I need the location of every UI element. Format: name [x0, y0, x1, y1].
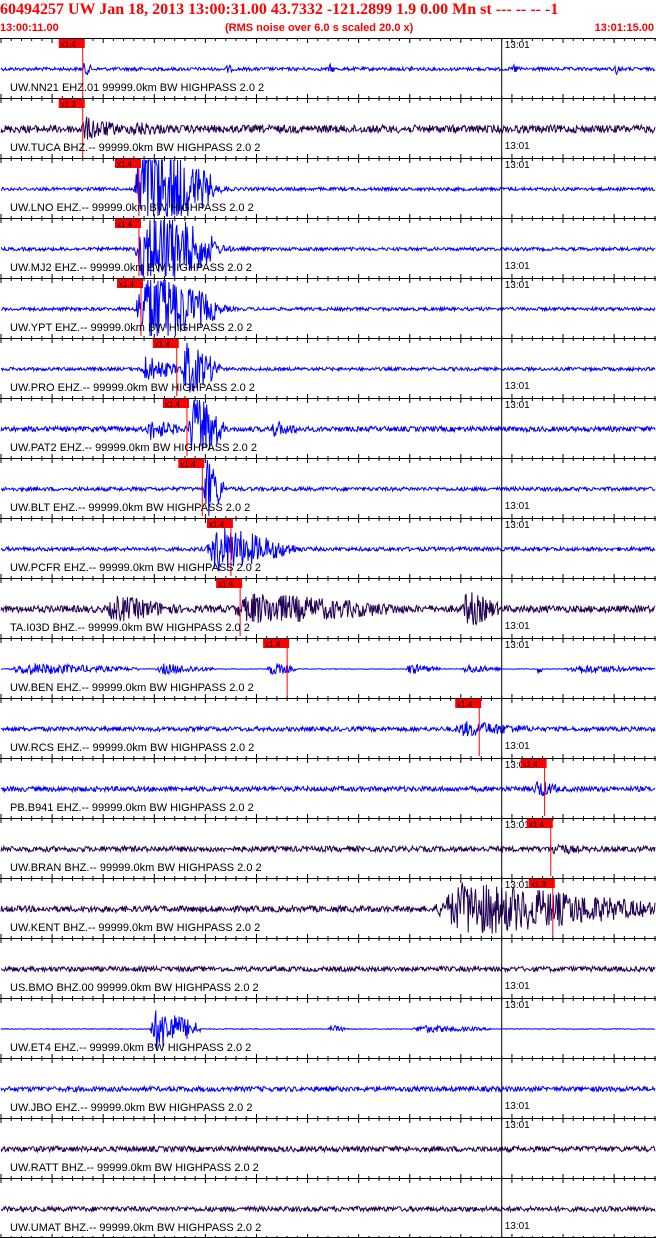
waveform-trace	[0, 662, 656, 676]
waveform-trace	[0, 1204, 656, 1214]
minute-marker-label: 13:01	[505, 741, 530, 752]
minute-marker-label: 13:01	[505, 1221, 530, 1232]
minute-marker-label: 13:01	[505, 520, 530, 531]
waveform-trace	[0, 1084, 656, 1094]
end-time-label: 13:01:15.00	[594, 22, 654, 34]
minute-marker-label: 13:01	[505, 40, 530, 51]
minute-marker-label: 13:01	[505, 501, 530, 512]
pick-label: x1.4	[209, 520, 225, 529]
seismogram-plot: 13:01x1.4UW.NN21 EHZ.01 99999.0km BW HIG…	[0, 38, 656, 1238]
pick-label: x1.4	[529, 820, 545, 829]
station-label: UW.BEN EHZ.-- 99999.0km BW HIGHPASS 2.0 …	[10, 682, 254, 694]
noise-scale-note: (RMS noise over 6.0 s scaled 20.0 x)	[225, 22, 414, 34]
minute-marker-label: 13:01	[505, 261, 530, 272]
station-label: PB.B941 EHZ.-- 99999.0km BW HIGHPASS 2.0…	[10, 802, 254, 814]
station-label: UW.PAT2 EHZ.-- 99999.0km BW HIGHPASS 2.0…	[10, 442, 257, 454]
station-label: UW.ET4 EHZ.-- 99999.0km BW HIGHPASS 2.0 …	[10, 1042, 251, 1054]
station-label: UW.PRO EHZ.-- 99999.0km BW HIGHPASS 2.0 …	[10, 382, 255, 394]
event-title: 60494257 UW Jan 18, 2013 13:00:31.00 43.…	[0, 1, 559, 18]
station-label: US.BMO BHZ.00 99999.0km BW HIGHPASS 2.0 …	[10, 982, 259, 994]
station-label: UW.MJ2 EHZ.-- 99999.0km BW HIGHPASS 2.0 …	[10, 262, 252, 274]
pick-label: x1.4	[119, 280, 135, 289]
station-label: UW.UMAT BHZ.-- 99999.0km BW HIGHPASS 2.0…	[10, 1222, 261, 1234]
waveform-trace	[0, 62, 656, 76]
waveform-trace	[0, 964, 656, 974]
start-time-label: 13:00:11.00	[0, 22, 59, 34]
minute-marker-label: 13:01	[505, 400, 530, 411]
waveform-trace	[0, 843, 656, 855]
pick-label: x1.3	[61, 100, 77, 109]
minute-marker-label: 13:01	[505, 880, 530, 891]
waveform-trace	[0, 721, 656, 737]
pick-label: x1.4	[218, 580, 234, 589]
pick-label: x1.4	[155, 340, 171, 349]
minute-marker-label: 13:01	[505, 640, 530, 651]
station-label: UW.JBO EHZ.-- 99999.0km BW HIGHPASS 2.0 …	[10, 1102, 252, 1114]
station-label: UW.NN21 EHZ.01 99999.0km BW HIGHPASS 2.0…	[10, 82, 264, 94]
station-label: UW.YPT EHZ.-- 99999.0km BW HIGHPASS 2.0 …	[10, 322, 252, 334]
pick-label: x1.4	[523, 760, 539, 769]
minute-marker-label: 13:01	[505, 1120, 530, 1131]
pick-label: x1.4	[265, 640, 281, 649]
minute-marker-label: 13:01	[505, 381, 530, 392]
minute-marker-label: 13:01	[505, 820, 530, 831]
station-label: TA.I03D BHZ.-- 99999.0km BW HIGHPASS 2.0…	[10, 622, 250, 634]
pick-label: x1.4	[61, 40, 77, 49]
station-label: UW.RCS EHZ.-- 99999.0km BW HIGHPASS 2.0 …	[10, 742, 254, 754]
pick-label: x1.4	[457, 700, 473, 709]
waveform-trace	[0, 592, 656, 626]
station-label: UW.KENT BHZ.-- 99999.0km BW HIGHPASS 2.0…	[10, 922, 260, 934]
minute-marker-label: 13:01	[505, 160, 530, 171]
station-label: UW.RATT BHZ.-- 99999.0km BW HIGHPASS 2.0…	[10, 1162, 259, 1174]
minute-marker-label: 13:01	[505, 141, 530, 152]
pick-label: x1.3	[531, 880, 547, 889]
station-label: UW.LNO EHZ.-- 99999.0km BW HIGHPASS 2.0 …	[10, 202, 254, 214]
minute-marker-label: 13:01	[505, 981, 530, 992]
minute-marker-label: 13:01	[505, 280, 530, 291]
pick-label: x1.4	[165, 400, 181, 409]
waveform-trace	[0, 1144, 656, 1154]
minute-marker-label: 13:01	[505, 1000, 530, 1011]
pick-label: x1.4	[117, 220, 133, 229]
station-label: UW.TUCA BHZ.-- 99999.0km BW HIGHPASS 2.0…	[10, 142, 260, 154]
station-label: UW.PCFR EHZ.-- 99999.0km BW HIGHPASS 2.0…	[10, 562, 261, 574]
waveform-trace	[0, 116, 656, 140]
minute-marker-label: 13:01	[505, 621, 530, 632]
waveform-trace	[0, 780, 656, 797]
station-label: UW.BLT EHZ.-- 99999.0km BW HIGHPASS 2.0 …	[10, 502, 250, 514]
station-label: UW.BRAN BHZ.-- 99999.0km BW HIGHPASS 2.0…	[10, 862, 262, 874]
pick-label: x1.4	[117, 160, 133, 169]
minute-marker-label: 13:01	[505, 1101, 530, 1112]
pick-label: x1.4	[180, 460, 196, 469]
